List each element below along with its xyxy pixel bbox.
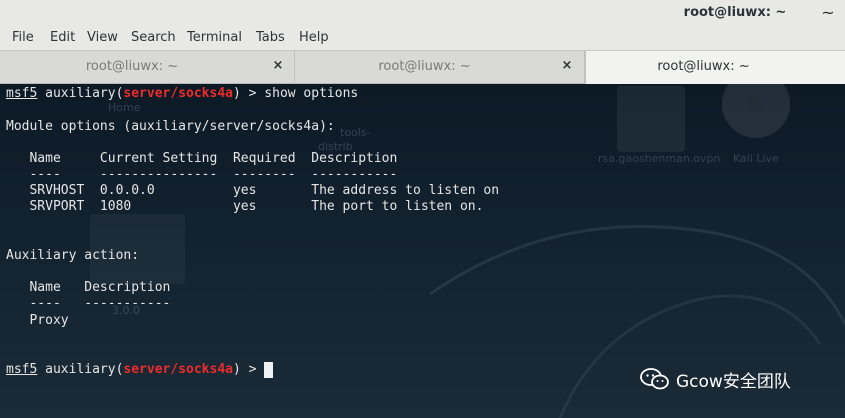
- action-table-header: Name Description: [6, 280, 171, 295]
- tab-1[interactable]: root@liuwx: ~ ×: [0, 51, 295, 84]
- options-table-rule: ---- --------------- -------- ----------…: [6, 167, 398, 182]
- command-line: msf5 auxiliary(server/socks4a) > show op…: [6, 86, 358, 102]
- menu-terminal[interactable]: Terminal: [187, 30, 242, 45]
- desktop-label: tools-: [340, 126, 371, 139]
- disc-hole-icon: [748, 96, 764, 112]
- desktop-label: rsa.gaoshenman.ovpn: [598, 152, 721, 165]
- tab-2-label: root@liuwx: ~: [378, 59, 471, 74]
- tab-bar: root@liuwx: ~ × root@liuwx: ~ × root@liu…: [0, 50, 845, 84]
- menu-file[interactable]: File: [12, 30, 34, 45]
- prompt-suffix: ) >: [232, 362, 265, 377]
- window-title: root@liuwx: ~: [683, 5, 787, 20]
- prompt-msf5: msf5: [6, 362, 38, 377]
- prompt-suffix: ) >: [232, 86, 265, 101]
- tab-1-label: root@liuwx: ~: [85, 59, 179, 74]
- current-prompt[interactable]: msf5 auxiliary(server/socks4a) >: [6, 362, 274, 378]
- options-table-header: Name Current Setting Required Descriptio…: [6, 151, 398, 166]
- tab-3-label: root@liuwx: ~: [657, 59, 750, 74]
- file-icon: [617, 86, 685, 152]
- action-table-row: Proxy: [6, 313, 69, 328]
- auxiliary-action-heading: Auxiliary action:: [6, 248, 140, 263]
- prompt-module: server/socks4a: [123, 86, 233, 101]
- prompt-msf5: msf5: [6, 86, 38, 101]
- options-table-row: SRVPORT 1080 yes The port to listen on.: [6, 199, 484, 214]
- tab-3-active[interactable]: root@liuwx: ~: [585, 51, 845, 84]
- prompt-prefix: auxiliary(: [37, 86, 124, 101]
- module-options-heading: Module options (auxiliary/server/socks4a…: [6, 119, 335, 134]
- watermark-text: Gcow安全团队: [676, 371, 791, 392]
- title-bar[interactable]: root@liuwx: ~ ~: [0, 0, 845, 28]
- prompt-prefix: auxiliary(: [37, 362, 124, 377]
- terminal-window: root@liuwx: ~ ~ File Edit View Search Te…: [0, 0, 845, 418]
- prompt-module: server/socks4a: [123, 362, 233, 377]
- menu-view[interactable]: View: [87, 30, 118, 45]
- menu-edit[interactable]: Edit: [50, 30, 75, 45]
- close-icon[interactable]: ×: [270, 58, 286, 76]
- window-menu-icon[interactable]: ~: [818, 3, 838, 23]
- wechat-icon: [640, 368, 669, 390]
- options-table-row: SRVHOST 0.0.0.0 yes The address to liste…: [6, 183, 500, 198]
- kali-dragon-tail-icon: [558, 294, 822, 418]
- action-table-rule: ---- -----------: [6, 296, 171, 311]
- entered-command: show options: [264, 86, 359, 101]
- watermark: Gcow安全团队: [640, 364, 791, 394]
- text-cursor: [264, 362, 274, 378]
- close-icon[interactable]: ×: [559, 58, 575, 76]
- menu-bar: File Edit View Search Terminal Tabs Help: [0, 28, 845, 50]
- menu-tabs[interactable]: Tabs: [256, 30, 285, 45]
- desktop-label: Kali Live: [733, 152, 779, 165]
- menu-search[interactable]: Search: [131, 30, 176, 45]
- tab-2[interactable]: root@liuwx: ~ ×: [295, 51, 585, 84]
- menu-help[interactable]: Help: [299, 30, 329, 45]
- desktop-label: Home: [108, 101, 141, 114]
